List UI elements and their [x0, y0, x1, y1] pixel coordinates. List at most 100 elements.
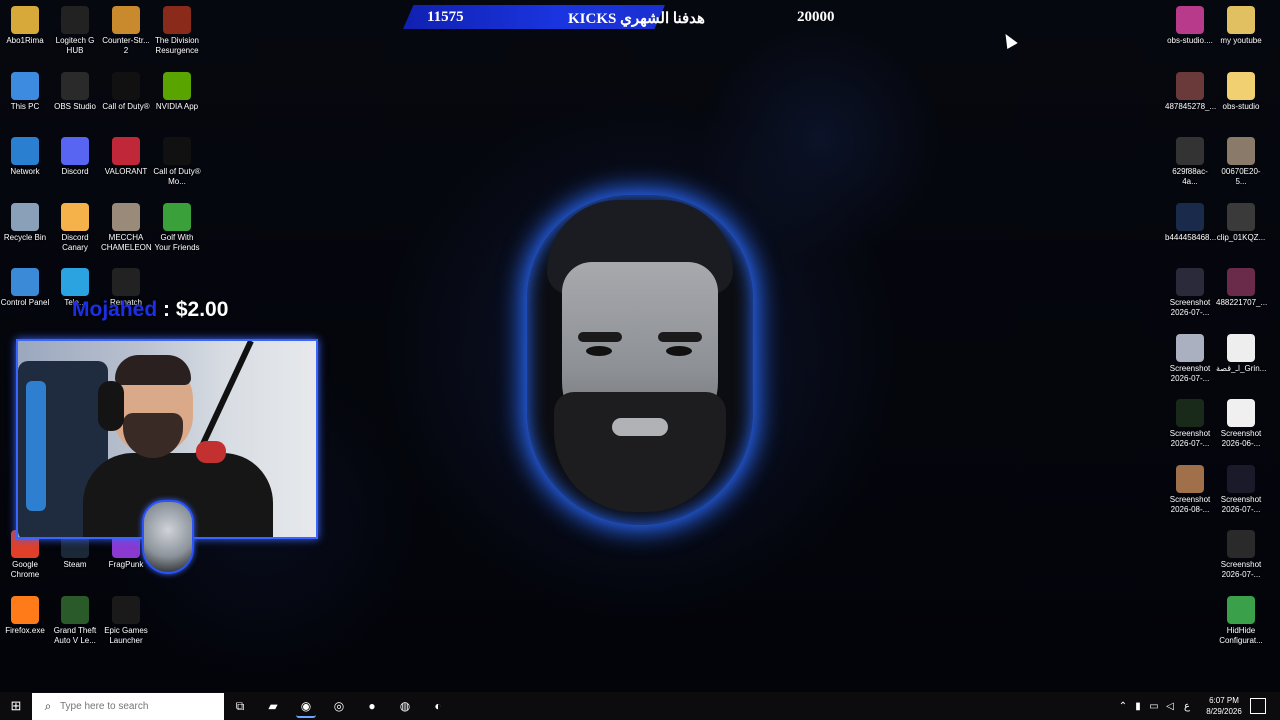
desktop-icon[interactable]: Firefox.exe — [0, 595, 50, 636]
desktop-icon[interactable]: The Division Resurgence — [152, 6, 202, 56]
webcam-person-hair — [115, 355, 191, 385]
folder-icon — [11, 6, 39, 34]
desktop-icon-label: Firefox.exe — [5, 625, 45, 635]
tray-chevron-icon[interactable]: ⌃ — [1116, 701, 1130, 712]
image-file-icon — [1227, 530, 1255, 558]
volume-icon[interactable]: ◁ — [1162, 701, 1178, 712]
microphone-icon[interactable]: ▮ — [1130, 701, 1146, 712]
discord-icon[interactable]: ◐ — [428, 696, 448, 716]
network-icon[interactable]: ▭ — [1146, 701, 1162, 712]
desktop-icon[interactable]: Control Panel — [0, 268, 50, 308]
chrome-icon[interactable]: ◎ — [329, 696, 349, 716]
desktop-icon[interactable]: Epic Games Launcher — [101, 595, 151, 646]
desktop-icon[interactable]: This PC — [0, 71, 50, 112]
folder-icon — [1227, 6, 1255, 34]
desktop-icon[interactable]: Screenshot 2026-06-... — [1216, 399, 1266, 449]
folder-icon — [1227, 71, 1255, 100]
webcam-chair-accent — [26, 381, 46, 511]
desktop-icon[interactable]: MECCHA CHAMELEON — [101, 202, 152, 253]
desktop-icon[interactable]: Screenshot 2026-07-... — [1165, 399, 1215, 449]
hidhide-icon — [1227, 595, 1255, 624]
desktop-icon-label: Discord — [61, 167, 89, 176]
desktop-icon[interactable]: 487845278_... — [1165, 71, 1217, 112]
desktop-icon[interactable]: Screenshot 2026-07-... — [1216, 530, 1266, 580]
nvidia-icon — [163, 71, 191, 100]
desktop-icon-label: Golf With Your Friends — [154, 232, 200, 252]
desktop-icon[interactable]: Grand Theft Auto V Le... — [50, 595, 100, 646]
desktop-icon[interactable]: 488221707_... — [1216, 268, 1267, 308]
desktop-icon[interactable]: Call of Duty® — [101, 71, 151, 112]
desktop-icon-label: Recycle Bin — [3, 232, 47, 242]
desktop-icon[interactable]: 629f88ac-4a... — [1165, 137, 1215, 187]
edge-icon[interactable]: ◉ — [296, 696, 316, 718]
desktop-icon[interactable]: Abo1Rima — [0, 6, 50, 46]
image-file-icon — [1227, 399, 1255, 427]
desktop-icon[interactable]: Call of Duty® Mo... — [152, 137, 202, 187]
desktop-icon-label: 487845278_... — [1165, 101, 1217, 111]
desktop-icon-label: Steam — [63, 560, 87, 569]
desktop-icon[interactable]: Screenshot 2026-07-... — [1165, 333, 1215, 384]
logo-brow — [578, 332, 622, 342]
discord-icon — [61, 137, 89, 165]
desktop-icon[interactable]: Recycle Bin — [0, 202, 50, 243]
desktop-icon-label: my youtube — [1220, 36, 1262, 45]
desktop-icon[interactable]: VALORANT — [101, 137, 151, 177]
desktop-icon[interactable]: Screenshot 2026-07-... — [1165, 268, 1215, 318]
desktop-icon-label: Epic Games Launcher — [104, 625, 148, 645]
desktop-icon-label: Screenshot 2026-06-... — [1220, 429, 1262, 448]
desktop-icon[interactable]: Discord — [50, 137, 100, 177]
donation-separator: : — [157, 298, 176, 321]
desktop-icon[interactable]: 00670E20-5... — [1216, 137, 1266, 187]
language-indicator[interactable]: ع — [1178, 701, 1196, 712]
windows-logo-icon: ⊞ — [10, 698, 22, 713]
firefox-icon[interactable]: ● — [362, 696, 382, 716]
logo-eye — [666, 346, 692, 356]
desktop-icon-label: Logitech G HUB — [55, 36, 95, 55]
desktop-icon[interactable]: Screenshot 2026-07-... — [1216, 464, 1266, 515]
start-button[interactable]: ⊞ — [0, 692, 32, 720]
donation-alert: Mojahed : $2.00 — [72, 298, 228, 322]
cod-icon — [112, 71, 140, 100]
notification-center-icon[interactable] — [1250, 698, 1266, 714]
image-file-icon — [1176, 333, 1204, 362]
taskbar-search[interactable]: ⌕ — [32, 693, 224, 720]
counterstrike-icon — [112, 6, 140, 34]
file-explorer-icon[interactable]: ▰ — [263, 696, 283, 716]
logo-eye — [586, 346, 612, 356]
desktop-icon[interactable]: b444458468... — [1165, 202, 1216, 243]
goal-title: هدفنا الشهري KICKS — [568, 11, 705, 27]
desktop-icon[interactable]: OBS Studio — [50, 71, 100, 112]
desktop-icon[interactable]: obs-studio.... — [1165, 6, 1215, 46]
search-input[interactable] — [58, 700, 212, 713]
clock-time: 6:07 PM — [1209, 696, 1239, 705]
desktop-icon-label: MECCHA CHAMELEON — [101, 232, 152, 252]
desktop-icon[interactable]: NVIDIA App — [152, 71, 202, 112]
desktop-icon[interactable]: Golf With Your Friends — [152, 202, 202, 253]
firefox-icon — [11, 595, 39, 624]
desktop-icon[interactable]: my youtube — [1216, 6, 1266, 46]
gta-icon — [61, 595, 89, 624]
image-file-icon — [1176, 71, 1204, 100]
rematch-icon — [112, 268, 140, 296]
desktop-icon-label: Call of Duty® Mo... — [153, 167, 201, 186]
clock[interactable]: 6:07 PM 8/29/2026 — [1204, 695, 1244, 717]
desktop-icon-label: Control Panel — [0, 298, 50, 307]
desktop-icon[interactable]: HidHide Configurat... — [1216, 595, 1266, 646]
desktop-icon-label: Grand Theft Auto V Le... — [53, 625, 97, 645]
desktop-icon-label: clip_01KQZ... — [1216, 232, 1266, 242]
desktop-icon[interactable]: Discord Canary — [50, 202, 100, 253]
desktop-icon-label: obs-studio — [1222, 101, 1260, 111]
desktop-icon[interactable]: obs-studio — [1216, 71, 1266, 112]
obs-icon[interactable]: ◍ — [395, 696, 415, 716]
desktop-icon[interactable]: Counter-Str... 2 — [101, 6, 151, 56]
desktop-icon[interactable]: Logitech G HUB — [50, 6, 100, 56]
desktop-icon[interactable]: اـ_قصة_Grin... — [1216, 333, 1266, 374]
clock-date: 8/29/2026 — [1206, 707, 1242, 716]
image-file-icon — [1176, 268, 1204, 296]
desktop-icon[interactable]: Network — [0, 137, 50, 177]
taskbar: ⊞ ⌕ ⧉ ▰ ◉ ◎ ● ◍ ◐ ⌃ ▮ ▭ ◁ ع 6:07 PM 8/29/2026 — [0, 692, 1280, 720]
desktop-icon[interactable]: clip_01KQZ... — [1216, 202, 1266, 243]
task-view-icon[interactable]: ⧉ — [230, 696, 250, 716]
webcam-person-beard — [123, 413, 183, 458]
desktop-icon[interactable]: Screenshot 2026-08-... — [1165, 464, 1215, 515]
